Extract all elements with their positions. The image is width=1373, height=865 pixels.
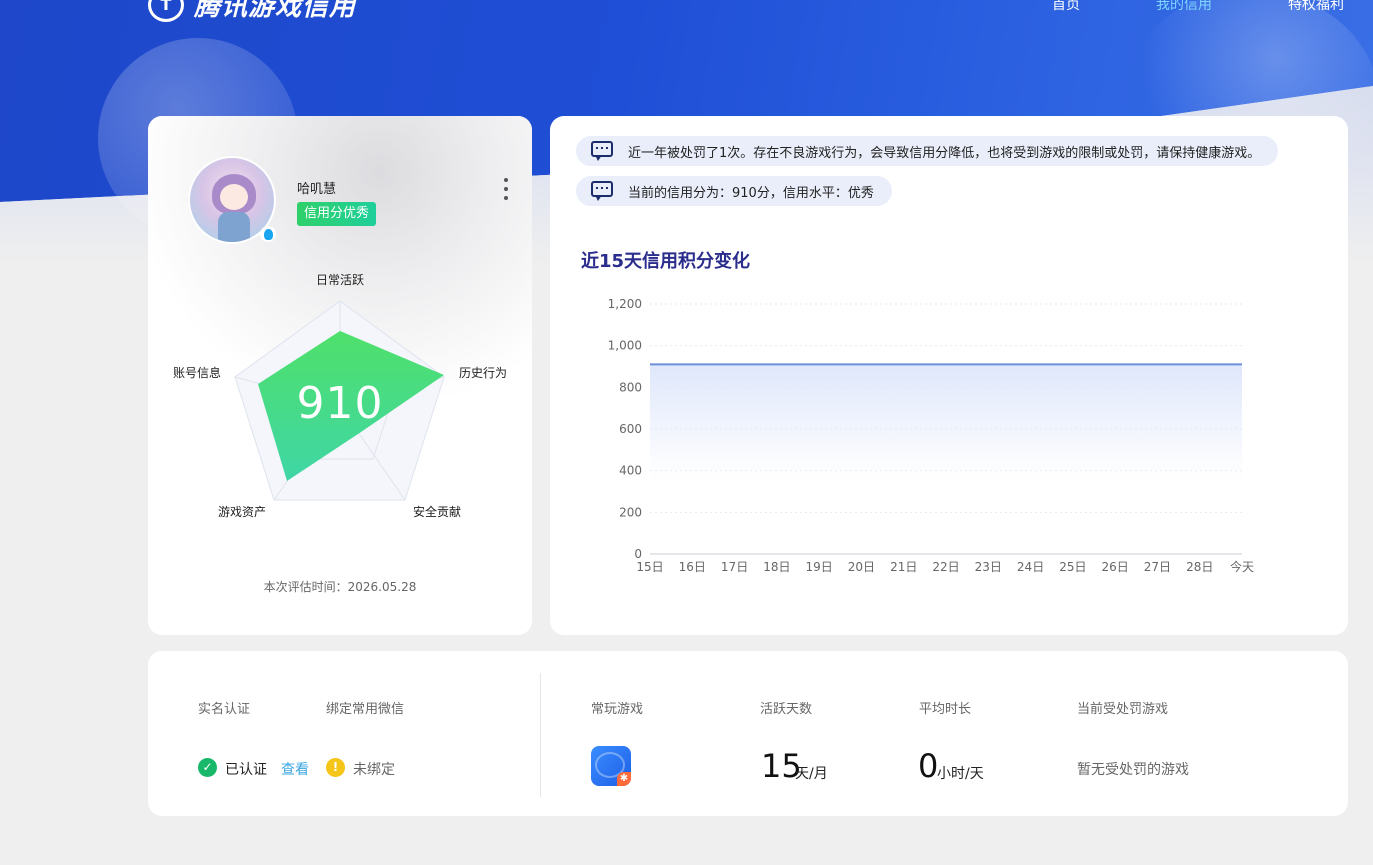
nav-privileges[interactable]: 特权福利 [1288, 0, 1344, 14]
stats-divider [540, 673, 541, 797]
check-circle-icon: ✓ [198, 758, 217, 777]
realname-label: 实名认证 [198, 702, 251, 717]
x-tick-label: 26日 [1102, 560, 1129, 574]
x-tick-label: 今天 [1230, 559, 1254, 574]
active-days-unit: 天/月 [795, 766, 828, 782]
x-tick-label: 27日 [1144, 560, 1171, 574]
nav-home[interactable]: 首页 [1052, 0, 1080, 14]
y-tick-label: 1,000 [608, 339, 642, 353]
x-tick-label: 17日 [721, 560, 748, 574]
avg-time-value: 0 [918, 747, 939, 785]
radar-label-security: 安全贡献 [413, 505, 462, 519]
frequent-games-label: 常玩游戏 [591, 702, 644, 717]
x-tick-label: 22日 [932, 560, 959, 574]
y-tick-label: 200 [619, 505, 642, 519]
x-tick-label: 25日 [1059, 560, 1086, 574]
radar-label-assets: 游戏资产 [218, 505, 267, 519]
avg-time-label: 平均时长 [919, 702, 972, 717]
x-tick-label: 20日 [848, 560, 875, 574]
warning-circle-icon: ! [326, 758, 345, 777]
radar-label-history: 历史行为 [459, 366, 508, 380]
radar-label-daily: 日常活跃 [316, 273, 365, 287]
x-tick-label: 16日 [679, 560, 706, 574]
logo-text: 腾讯游戏信用 [194, 0, 357, 22]
punished-games-value: 暂无受处罚的游戏 [1077, 762, 1189, 778]
evaluation-time: 本次评估时间：2026.05.28 [263, 580, 417, 594]
credit-area-chart: 0 200 400 600 800 1,000 1,200 15日 16日 17日 18日 19日 20… [608, 297, 1254, 574]
y-tick-label: 400 [619, 464, 642, 478]
view-realname-link[interactable]: 查看 [281, 759, 309, 779]
avg-time-unit: 小时/天 [937, 766, 984, 782]
credit-chart-card: 近一年被处罚了1次。存在不良游戏行为，会导致信用分降低，也将受到游戏的限制或处罚… [550, 116, 1348, 635]
site-logo[interactable]: T 腾讯游戏信用 [148, 0, 356, 23]
x-tick-label: 28日 [1186, 560, 1213, 574]
wechat-label: 绑定常用微信 [326, 702, 405, 717]
x-tick-label: 21日 [890, 560, 917, 574]
active-days-label: 活跃天数 [760, 702, 813, 717]
x-tick-label: 18日 [763, 560, 790, 574]
credit-score: 910 [296, 378, 384, 429]
x-tick-label: 23日 [975, 560, 1002, 574]
logo-icon: T [148, 0, 184, 22]
y-tick-label: 800 [619, 380, 642, 394]
y-tick-label: 600 [619, 422, 642, 436]
x-tick-label: 24日 [1017, 560, 1044, 574]
nav-my-credit[interactable]: 我的信用 [1156, 0, 1212, 14]
game-icon[interactable]: ✱ [591, 746, 631, 786]
x-tick-label: 19日 [806, 560, 833, 574]
profile-card: 哈叽慧 信用分优秀 910 日常活跃 历史行为 安全贡献 游戏资产 账号信息 本… [148, 116, 532, 635]
y-tick-label: 1,200 [608, 297, 642, 311]
x-tick-label: 15日 [636, 560, 663, 574]
y-tick-label: 0 [634, 547, 642, 561]
punished-games-label: 当前受处罚游戏 [1077, 702, 1169, 717]
area-fill [650, 364, 1242, 494]
wechat-status: 未绑定 [353, 762, 395, 778]
radar-label-account: 账号信息 [173, 366, 222, 380]
stats-card: 实名认证 绑定常用微信 ✓ 已认证 查看 ! 未绑定 常玩游戏 ✱ 活跃天数 1… [148, 651, 1348, 816]
realname-status: 已认证 [225, 762, 267, 778]
